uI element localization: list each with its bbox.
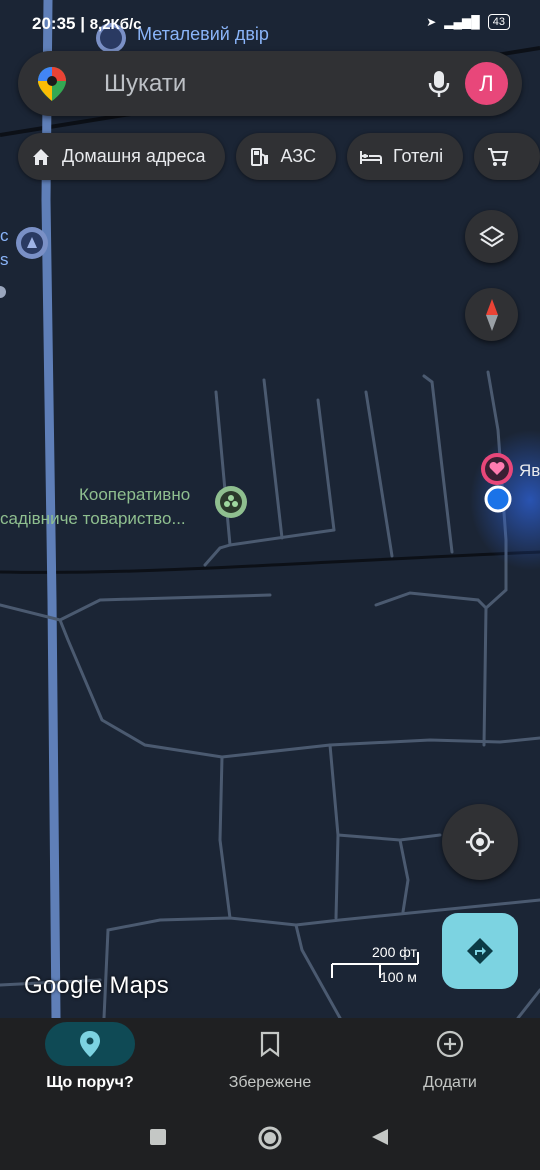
chip-home[interactable]: Домашня адреса [18, 133, 226, 180]
tab-saved[interactable]: Збережене [180, 1018, 360, 1106]
coop-label-1[interactable]: Кооперативно [79, 485, 190, 505]
location-pin-icon [80, 1031, 100, 1057]
signal-icon: ▂▄▆█ [444, 15, 480, 29]
scale-feet: 200 фт [372, 944, 417, 960]
current-location-dot [484, 485, 512, 513]
tab-add[interactable]: Додати [360, 1018, 540, 1106]
status-time: 20:35 | 8,2Кб/с [32, 14, 142, 33]
layers-button[interactable] [465, 210, 518, 263]
search-input[interactable]: Шукати [104, 70, 186, 98]
heart-pin [481, 453, 513, 485]
system-navigation-bar [0, 1106, 540, 1170]
directions-button[interactable] [442, 913, 518, 989]
directions-icon [467, 938, 493, 964]
status-bar: 20:35 | 8,2Кб/с ➤ ▂▄▆█ 43 [0, 0, 540, 48]
scale-meters: 100 м [380, 969, 417, 985]
tab-explore-label: Що поруч? [46, 1074, 134, 1091]
crosshair-icon [466, 828, 494, 856]
chip-gas[interactable]: АЗС [236, 133, 336, 180]
compass-icon [485, 298, 498, 331]
account-avatar[interactable]: Л [465, 62, 508, 105]
category-chips: Домашня адреса АЗС Готелі [18, 133, 540, 180]
search-bar[interactable]: Шукати Л [18, 51, 522, 116]
chip-hotels[interactable]: Готелі [346, 133, 464, 180]
chip-shopping[interactable] [474, 133, 540, 180]
tab-saved-label: Збережене [228, 1074, 312, 1091]
right-place-label[interactable]: Яв [519, 461, 540, 481]
battery-icon: 43 [487, 14, 510, 30]
store-pin-left [16, 227, 48, 259]
home-button[interactable] [257, 1125, 283, 1151]
tab-explore[interactable]: Що поруч? [0, 1018, 180, 1106]
compass-button[interactable] [465, 288, 518, 341]
google-maps-pin-icon [38, 67, 66, 101]
bottom-navigation: Що поруч? Збережене Додати [0, 1018, 540, 1106]
bed-icon [359, 150, 382, 164]
garden-pin [215, 486, 247, 518]
layers-icon [478, 225, 505, 247]
recents-button[interactable] [149, 1128, 167, 1146]
coop-label-2[interactable]: садівниче товариство... [0, 509, 186, 529]
home-icon [33, 148, 49, 165]
shopping-cart-icon [488, 147, 509, 166]
google-maps-logo: Google Maps [24, 972, 169, 999]
microphone-icon[interactable] [426, 69, 452, 99]
my-location-button[interactable] [442, 804, 518, 880]
place-label-left-1[interactable]: с [0, 226, 9, 246]
tab-add-label: Додати [423, 1074, 477, 1091]
add-circle-icon [436, 1030, 464, 1058]
gas-station-icon [251, 147, 269, 166]
bookmark-icon [260, 1031, 280, 1057]
place-label-left-2[interactable]: s [0, 250, 9, 270]
back-button[interactable] [371, 1128, 389, 1146]
location-arrow-icon: ➤ [426, 15, 437, 29]
